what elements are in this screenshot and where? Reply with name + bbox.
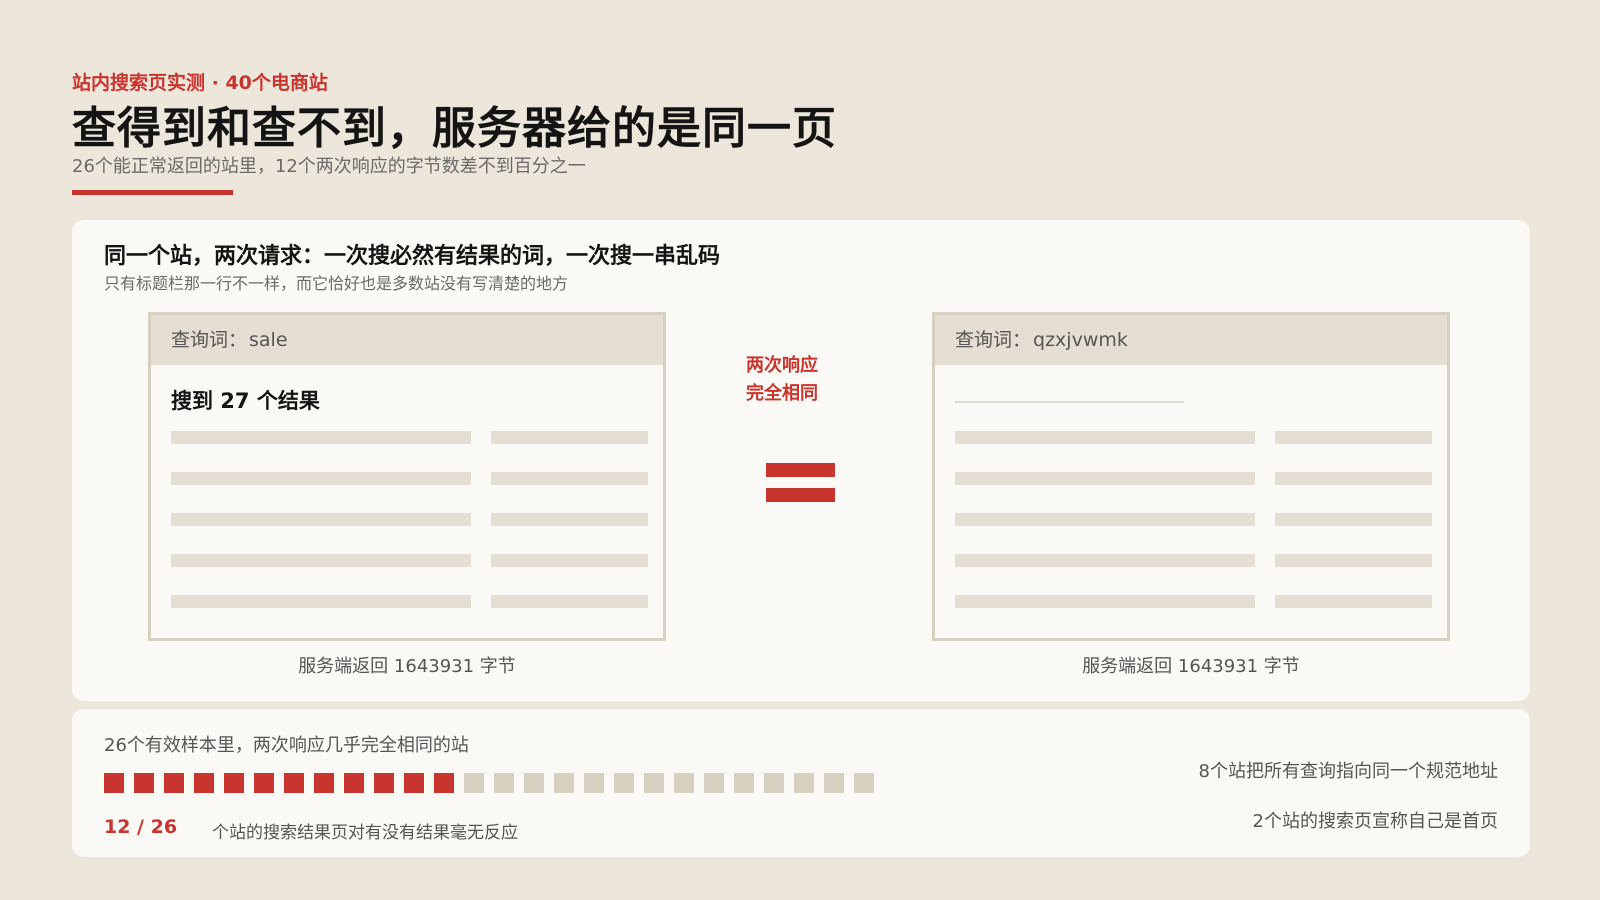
sample-square-identical — [104, 773, 124, 793]
result-line — [171, 472, 471, 485]
homepage-note: 2个站的搜索页宣称自己是首页 — [1252, 811, 1498, 832]
result-line — [491, 595, 648, 608]
equals-sign-bottom-bar — [766, 488, 835, 502]
result-line — [1275, 595, 1432, 608]
query-label: 查询词： — [171, 329, 248, 351]
empty-heading-line — [955, 401, 1184, 403]
sample-square-other — [794, 773, 814, 793]
result-line — [171, 431, 471, 444]
result-line — [491, 472, 648, 485]
sample-square-other — [524, 773, 544, 793]
result-line — [1275, 513, 1432, 526]
comparison-title: 同一个站，两次请求：一次搜必然有结果的词，一次搜一串乱码 — [104, 244, 721, 269]
result-panel-left: 查询词： sale 搜到 27 个结果 — [148, 312, 666, 641]
accent-bar — [72, 190, 233, 195]
sample-square-identical — [284, 773, 304, 793]
sample-square-other — [824, 773, 844, 793]
result-line — [171, 595, 471, 608]
equal-label: 两次响应 完全相同 — [732, 352, 832, 408]
eyebrow: 站内搜索页实测 · 40个电商站 — [72, 72, 328, 94]
page-title: 查得到和查不到，服务器给的是同一页 — [72, 103, 837, 154]
sample-square-other — [464, 773, 484, 793]
equal-label-line1: 两次响应 — [746, 355, 818, 376]
sample-square-identical — [134, 773, 154, 793]
result-line — [955, 513, 1255, 526]
sample-square-identical — [194, 773, 214, 793]
result-line — [171, 554, 471, 567]
sample-square-other — [854, 773, 874, 793]
panel-header: 查询词： sale — [151, 315, 663, 365]
result-line — [1275, 554, 1432, 567]
result-line — [955, 554, 1255, 567]
sample-square-other — [764, 773, 784, 793]
result-line — [955, 472, 1255, 485]
page-subtitle: 26个能正常返回的站里，12个两次响应的字节数差不到百分之一 — [72, 156, 586, 177]
result-line — [955, 595, 1255, 608]
equals-sign-top-bar — [766, 463, 835, 477]
result-line — [491, 554, 648, 567]
stats-label: 26个有效样本里，两次响应几乎完全相同的站 — [104, 735, 469, 756]
query-label: 查询词： — [955, 329, 1032, 351]
query-term: qzxjvwmk — [1033, 329, 1128, 351]
sample-square-other — [614, 773, 634, 793]
result-line — [955, 431, 1255, 444]
sample-square-identical — [224, 773, 244, 793]
ratio-description: 个站的搜索结果页对有没有结果毫无反应 — [212, 823, 518, 843]
sample-square-identical — [164, 773, 184, 793]
sample-square-identical — [374, 773, 394, 793]
sample-square-identical — [254, 773, 274, 793]
panel-header: 查询词： qzxjvwmk — [935, 315, 1447, 365]
sample-square-identical — [314, 773, 334, 793]
sample-square-other — [644, 773, 664, 793]
sample-square-identical — [344, 773, 364, 793]
result-panel-right: 查询词： qzxjvwmk — [932, 312, 1450, 641]
right-bytes-caption: 服务端返回 1643931 字节 — [1082, 656, 1300, 677]
query-term: sale — [249, 329, 288, 351]
left-bytes-caption: 服务端返回 1643931 字节 — [298, 656, 516, 677]
equal-label-line2: 完全相同 — [746, 383, 818, 404]
sample-squares — [104, 773, 874, 793]
sample-square-other — [674, 773, 694, 793]
result-count-heading: 搜到 27 个结果 — [171, 389, 320, 413]
stats-card: 26个有效样本里，两次响应几乎完全相同的站 12 / 26 个站的搜索结果页对有… — [72, 709, 1530, 857]
result-line — [171, 513, 471, 526]
sample-square-other — [584, 773, 604, 793]
result-line — [1275, 431, 1432, 444]
sample-square-identical — [434, 773, 454, 793]
sample-square-other — [734, 773, 754, 793]
result-line — [491, 513, 648, 526]
result-line — [1275, 472, 1432, 485]
ratio-value: 12 / 26 — [104, 816, 178, 838]
comparison-subtitle: 只有标题栏那一行不一样，而它恰好也是多数站没有写清楚的地方 — [104, 274, 569, 293]
canonical-note: 8个站把所有查询指向同一个规范地址 — [1198, 761, 1498, 782]
sample-square-other — [704, 773, 724, 793]
sample-square-other — [494, 773, 514, 793]
sample-square-identical — [404, 773, 424, 793]
sample-square-other — [554, 773, 574, 793]
comparison-card: 同一个站，两次请求：一次搜必然有结果的词，一次搜一串乱码 只有标题栏那一行不一样… — [72, 220, 1530, 701]
result-line — [491, 431, 648, 444]
